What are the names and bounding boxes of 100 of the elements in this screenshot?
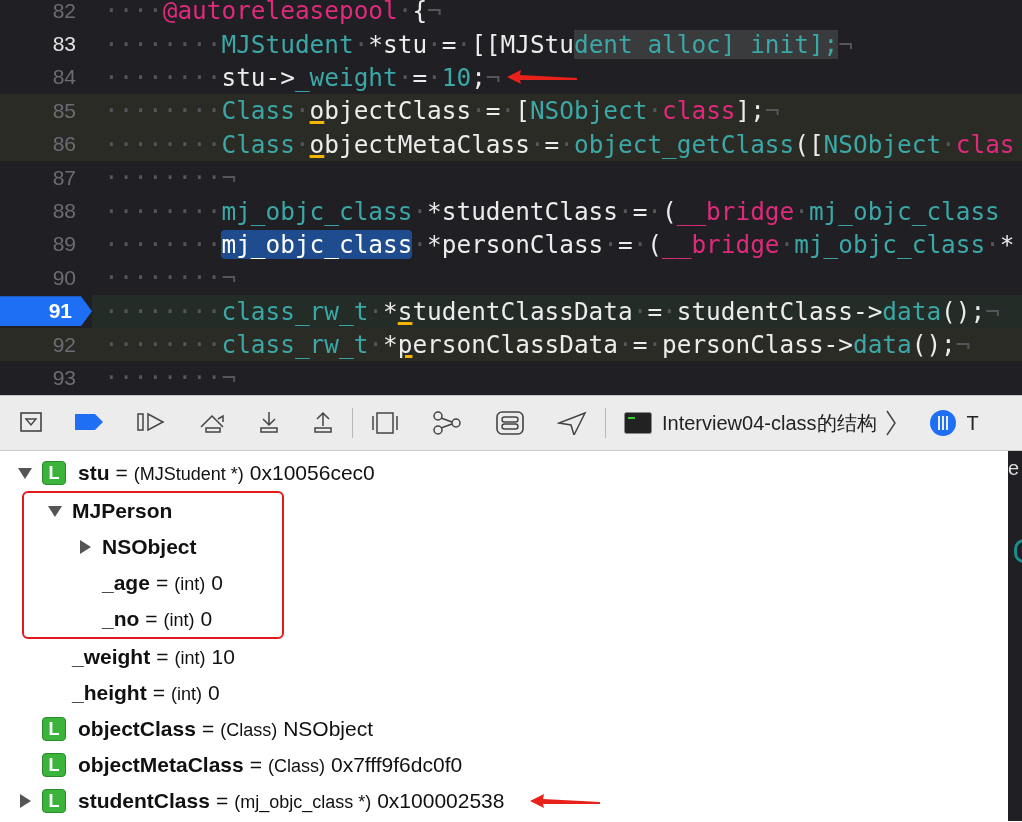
breakpoint-marker[interactable]: 91 — [0, 296, 92, 327]
code-identifier: class_rw_t — [221, 296, 369, 326]
code-text: = — [632, 330, 648, 360]
whitespace-marks: · — [632, 229, 648, 259]
variable-entry[interactable]: _no = (int) 0 — [102, 607, 213, 631]
whitespace-marks: · — [647, 330, 663, 360]
whitespace-marks: ········ — [104, 196, 222, 226]
terminal-icon[interactable] — [624, 412, 652, 434]
whitespace-marks: · — [294, 129, 310, 159]
disclosure-expanded-icon[interactable] — [18, 466, 32, 480]
variable-entry[interactable]: objectClass = (Class) NSObject — [78, 717, 374, 741]
code-text: * — [383, 330, 398, 360]
code-identifier: MJStudent — [221, 29, 354, 59]
step-into-icon[interactable] — [258, 411, 280, 435]
line-number: 90 — [51, 265, 77, 290]
whitespace-marks: · — [632, 296, 648, 326]
variable-entry[interactable]: _weight = (int) 10 — [72, 645, 235, 669]
whitespace-marks: · — [500, 96, 516, 126]
variable-entry[interactable]: stu = (MJStudent *) 0x10056cec0 — [78, 461, 375, 485]
code-text: (); — [941, 296, 986, 326]
line-number: 89 — [51, 232, 77, 257]
code-text: o — [309, 96, 325, 126]
location-arrow-icon[interactable] — [557, 411, 587, 435]
disclosure-collapsed-icon[interactable] — [78, 540, 92, 554]
line-number: 83 — [51, 32, 77, 57]
scheme-breadcrumb[interactable]: Interview04-class的结构 — [662, 409, 877, 437]
toggles-icon[interactable] — [495, 411, 525, 435]
step-out-icon[interactable] — [312, 411, 334, 435]
variable-entry[interactable]: _age = (int) 0 — [102, 571, 223, 595]
code-identifier: Class — [221, 96, 295, 126]
whitespace-marks: ········ — [104, 96, 222, 126]
code-identifier: NSObject — [823, 129, 942, 159]
whitespace-marks: · — [412, 229, 428, 259]
thread-breadcrumb[interactable]: T — [966, 411, 979, 435]
whitespace-marks: · — [456, 29, 472, 59]
whitespace-marks: · — [529, 129, 545, 159]
code-text: = — [544, 129, 560, 159]
whitespace-marks: ········ — [104, 29, 222, 59]
whitespace-marks: ········ — [104, 129, 222, 159]
variable-entry[interactable]: NSObject — [102, 535, 197, 559]
disclosure-expanded-icon[interactable] — [48, 504, 62, 518]
code-text: ]; — [735, 96, 765, 126]
thread-icon[interactable] — [928, 409, 957, 437]
code-keyword: @autoreleasepool — [162, 0, 398, 26]
line-number: 84 — [51, 65, 77, 90]
local-variable-badge: L — [42, 753, 66, 777]
variable-entry[interactable]: objectMetaClass = (Class) 0x7fff9f6dc0f0 — [78, 753, 463, 777]
code-identifier: _weight — [294, 62, 398, 92]
code-text: ([ — [794, 129, 824, 159]
whitespace-marks: ········ — [104, 296, 222, 326]
whitespace-marks: · — [618, 196, 633, 226]
whitespace-marks: ¬ — [485, 62, 501, 92]
variable-entry[interactable]: _height = (int) 0 — [72, 681, 220, 705]
whitespace-marks: · — [368, 296, 384, 326]
whitespace-marks: · — [397, 0, 413, 26]
line-number: 93 — [51, 366, 77, 390]
whitespace-marks: · — [941, 129, 956, 159]
whitespace-marks: · — [294, 96, 310, 126]
code-text: [ — [515, 96, 530, 126]
whitespace-marks: · — [647, 196, 663, 226]
whitespace-marks: · — [985, 229, 1000, 259]
code-keyword: __bridge — [676, 196, 795, 226]
code-text: ( — [662, 196, 677, 226]
whitespace-marks: ········¬ — [104, 363, 237, 393]
whitespace-marks: · — [618, 330, 633, 360]
whitespace-marks: ········¬ — [104, 163, 237, 193]
whitespace-marks: ········ — [104, 229, 222, 259]
code-text: studentClass-> — [676, 296, 883, 326]
code-text: * — [383, 296, 398, 326]
code-text: ( — [647, 229, 663, 259]
code-identifier: class_rw_t — [221, 330, 369, 360]
code-text: p — [397, 330, 413, 360]
code-text: tudentClassData — [412, 296, 633, 326]
whitespace-marks: · — [412, 196, 428, 226]
whitespace-marks: ¬ — [838, 29, 853, 59]
variable-entry[interactable]: studentClass = (mj_objc_class *) 0x100002538 — [78, 789, 505, 813]
variable-entry[interactable]: MJPerson — [72, 499, 173, 523]
whitespace-marks: ¬ — [427, 0, 442, 26]
code-text: personClass-> — [662, 330, 853, 360]
chevron-icon[interactable] — [884, 410, 897, 436]
code-identifier: mj_objc_class — [221, 196, 413, 226]
code-selection: mj_objc_class — [221, 229, 413, 259]
code-identifier: 10 — [441, 62, 472, 92]
line-number: 85 — [51, 98, 77, 123]
disclosure-collapsed-icon[interactable] — [18, 794, 32, 808]
whitespace-marks: ········ — [104, 330, 222, 360]
whitespace-marks: · — [647, 96, 663, 126]
code-text: ersonClassData — [412, 330, 618, 360]
code-text: { — [412, 0, 428, 26]
hide-debug-area-icon[interactable] — [20, 411, 42, 435]
code-text: = — [618, 229, 633, 259]
code-text: = — [412, 62, 428, 92]
whitespace-marks: ¬ — [985, 296, 1000, 326]
code-identifier: mj_objc_class — [808, 196, 1000, 226]
whitespace-marks: · — [353, 29, 369, 59]
line-number: 92 — [51, 332, 77, 357]
view-debugger-icon[interactable] — [371, 411, 399, 435]
code-text: bjectClass — [324, 96, 472, 126]
memory-graph-icon[interactable] — [431, 411, 463, 435]
code-match: dent alloc] init]; — [573, 29, 839, 59]
